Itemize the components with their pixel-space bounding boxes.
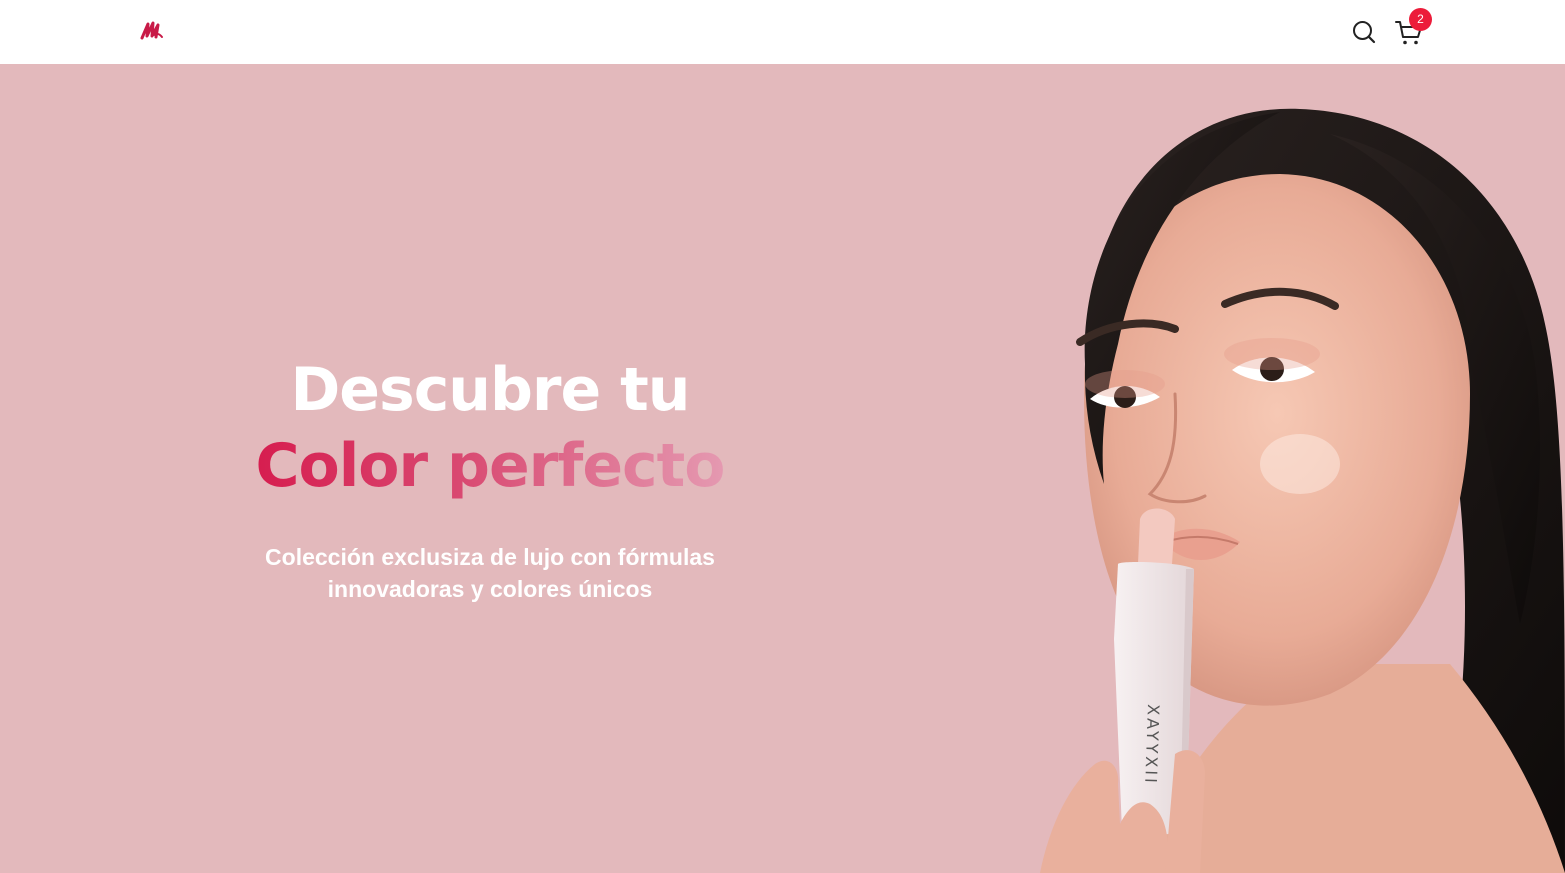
search-button[interactable]: [1350, 18, 1378, 46]
model-with-lipstick-image: XAYYXII: [1040, 108, 1565, 873]
hero-title-line1: Descubre tu: [290, 355, 690, 425]
site-header: 2: [0, 0, 1565, 64]
lipstick-brand-text: XAYYXII: [1141, 704, 1163, 786]
hero-subtitle-line2: innovadoras y colores únicos: [327, 576, 653, 602]
lipstick-scribble-logo-icon: [140, 21, 163, 40]
hero-title-highlight: Color perfecto: [230, 428, 750, 504]
cart-count-badge: 2: [1409, 8, 1432, 31]
hero-subtitle: Colección exclusiza de lujo con fórmulas…: [230, 541, 750, 605]
search-icon: [1353, 21, 1376, 44]
hero-title: Descubre tu Color perfecto: [230, 352, 750, 504]
logo[interactable]: [139, 18, 165, 44]
hero-banner: Descubre tu Color perfecto Colección exc…: [0, 64, 1565, 873]
hero-subtitle-line1: Colección exclusiza de lujo con fórmulas: [265, 544, 715, 570]
